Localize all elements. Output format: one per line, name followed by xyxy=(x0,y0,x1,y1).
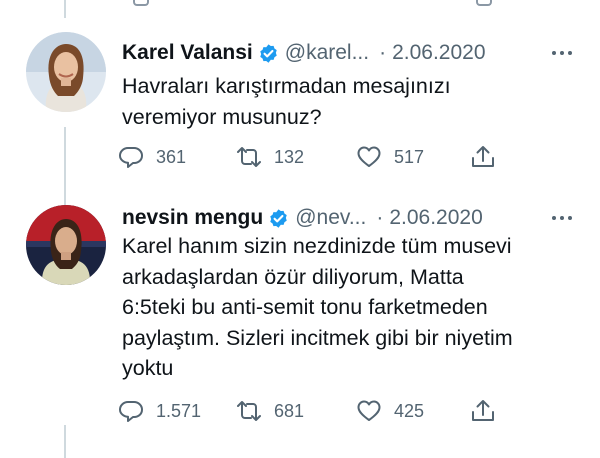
tweet-text-line: arkadaşlardan özür diliyorum, Matta xyxy=(122,264,464,289)
author-name[interactable]: Karel Valansi xyxy=(122,41,253,65)
retweet-button[interactable]: 132 xyxy=(236,142,304,172)
reply-icon xyxy=(119,401,143,422)
like-count: 425 xyxy=(394,400,425,421)
like-button[interactable]: 517 xyxy=(356,142,424,172)
reply-count: 361 xyxy=(156,146,187,167)
share-icon xyxy=(472,146,494,167)
share-button[interactable] xyxy=(470,142,496,172)
share-icon xyxy=(472,400,494,421)
retweet-count: 132 xyxy=(274,146,305,167)
tweet-header: Karel Valansi @karel... · 2.06.2020 xyxy=(122,38,580,68)
tweet-text: Havraları karıştırmadan mesajınızı verem… xyxy=(122,71,580,132)
author-handle[interactable]: @nev... xyxy=(295,206,366,230)
author-handle[interactable]: @karel... xyxy=(285,41,369,65)
more-icon[interactable] xyxy=(552,203,572,233)
tweet-actions: 361 132 517 xyxy=(118,142,498,172)
retweet-button[interactable]: 681 xyxy=(236,396,304,426)
reply-button[interactable]: 361 xyxy=(118,142,186,172)
tweet-text-line: yoktu xyxy=(122,356,174,380)
separator-dot: · xyxy=(376,206,384,229)
retweet-icon xyxy=(237,401,261,421)
retweet-count: 681 xyxy=(274,400,305,421)
tweet[interactable]: nevsin mengu @nev... · 2.06.2020 Karel h… xyxy=(0,185,600,458)
tweet-text-line: veremiyor musunuz? xyxy=(122,104,322,129)
reply-icon xyxy=(119,147,143,168)
author-name[interactable]: nevsin mengu xyxy=(122,206,263,230)
heart-icon xyxy=(357,400,381,421)
tweet-actions: 1.571 681 425 xyxy=(118,396,498,426)
tweet-text-line: Havraları karıştırmadan mesajınızı xyxy=(122,74,451,98)
verified-badge-icon xyxy=(270,208,287,228)
tweet-text-line: Karel hanım sizin nezdinizde tüm musevi xyxy=(122,234,512,258)
tweet-text-line: 6:5teki bu anti-semit tonu farketmeden xyxy=(122,295,488,319)
verified-badge-icon xyxy=(260,43,277,63)
heart-icon xyxy=(357,146,381,167)
avatar[interactable] xyxy=(26,32,106,112)
like-count: 517 xyxy=(394,146,425,167)
tweet-date[interactable]: 2.06.2020 xyxy=(389,206,482,230)
tweet-header: nevsin mengu @nev... · 2.06.2020 xyxy=(122,203,580,233)
tweet[interactable]: Karel Valansi @karel... · 2.06.2020 Havr… xyxy=(0,0,600,185)
share-button[interactable] xyxy=(470,396,496,426)
more-icon[interactable] xyxy=(552,38,572,68)
avatar[interactable] xyxy=(26,205,106,285)
tweet-text-line: paylaştım. Sizleri incitmek gibi bir niy… xyxy=(122,325,513,350)
tweet-text: Karel hanım sizin nezdinizde tüm musevi … xyxy=(122,231,580,384)
like-button[interactable]: 425 xyxy=(356,396,424,426)
retweet-icon xyxy=(237,147,261,167)
separator-dot: · xyxy=(379,41,387,64)
reply-count: 1.571 xyxy=(156,400,202,421)
tweet-date[interactable]: 2.06.2020 xyxy=(392,41,485,65)
reply-button[interactable]: 1.571 xyxy=(118,396,201,426)
